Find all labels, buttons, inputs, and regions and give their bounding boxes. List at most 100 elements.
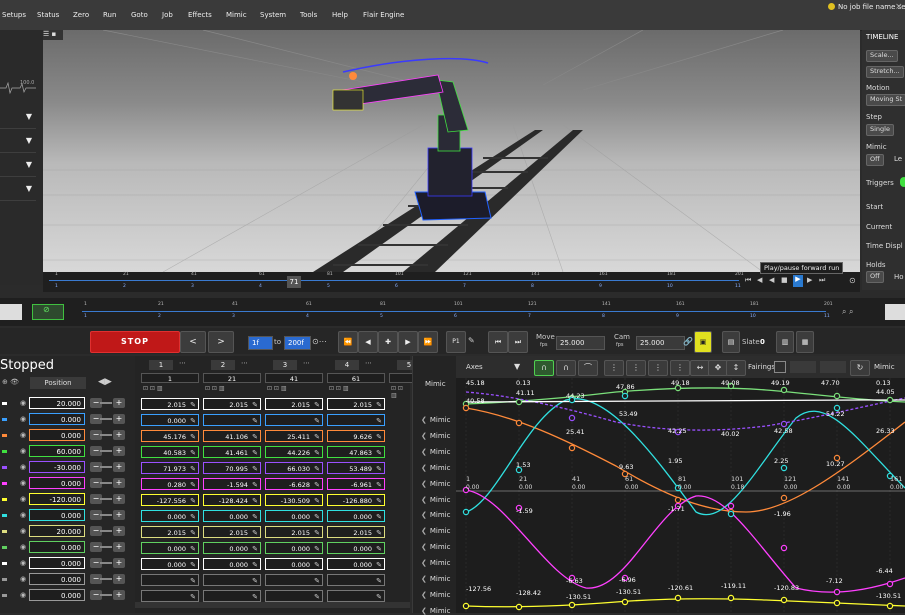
smooth-curve-icon[interactable]: ∩ (534, 360, 554, 376)
keyframe-cell[interactable]: 0.280 ✎ (141, 478, 199, 490)
edit-icon[interactable]: ✎ (376, 495, 382, 507)
keyframe-cell[interactable]: 25.411 ✎ (265, 430, 323, 442)
eye-icon[interactable]: ◉ (20, 463, 26, 471)
keyframe-cell[interactable]: ✎ (265, 414, 323, 426)
menu-help[interactable]: Help (332, 11, 348, 19)
mimic-row[interactable]: ❮ Mimic (421, 575, 450, 583)
keyframe-cell[interactable]: 0.000 ✎ (327, 558, 385, 570)
keyframe-cell[interactable]: -6.628 ✎ (265, 478, 323, 490)
edit-icon[interactable]: ✎ (190, 527, 196, 539)
keyframe-cell[interactable]: -1.594 ✎ (203, 478, 261, 490)
fit-vertical-icon[interactable]: ↕ (726, 360, 746, 376)
fit-all-icon[interactable]: ✥ (708, 360, 728, 376)
pencil-icon[interactable]: ✎ (468, 336, 475, 345)
curve-keyframe-point[interactable] (515, 398, 523, 406)
edit-icon[interactable]: ✎ (190, 495, 196, 507)
increment-button[interactable]: + (113, 462, 125, 472)
keyframe-cell[interactable]: 0.000 ✎ (327, 510, 385, 522)
curve-keyframe-point[interactable] (568, 444, 576, 452)
edit-icon[interactable]: ✎ (314, 511, 320, 523)
step-back-icon[interactable]: ◀ (757, 276, 762, 284)
menu-setups[interactable]: Setups (2, 11, 26, 19)
edit-icon[interactable]: ✎ (190, 511, 196, 523)
align-icon[interactable]: ⋮ (604, 360, 624, 376)
keyframe-frame-field[interactable]: 21 (203, 373, 261, 383)
track-left-field[interactable] (0, 304, 22, 320)
mimic-row[interactable]: ❮ Mimic (421, 559, 450, 567)
jog-slider[interactable] (100, 578, 112, 580)
keyframe-index[interactable]: 4 (335, 360, 359, 370)
increment-button[interactable]: + (113, 590, 125, 600)
keyframe-cell[interactable]: 40.583 ✎ (141, 446, 199, 458)
next-button[interactable]: > (208, 331, 234, 353)
keyframe-cell[interactable]: 66.030 ✎ (265, 462, 323, 474)
save-icon[interactable]: ▥ (776, 331, 794, 353)
step-select[interactable]: Single (866, 124, 894, 136)
chevron-down-icon[interactable]: ▼ (514, 362, 520, 371)
clock-icon[interactable]: ⊙⋯ (312, 337, 327, 346)
more-icon[interactable]: ⋯ (241, 359, 248, 367)
keyframe-cell[interactable]: ✎ (203, 574, 261, 586)
align-icon[interactable]: ⋮ (648, 360, 668, 376)
keyframe-cell[interactable]: 41.461 ✎ (203, 446, 261, 458)
edit-icon[interactable]: ✎ (314, 495, 320, 507)
fast-forward-button[interactable]: ⏩ (418, 331, 438, 353)
keyframe-cell[interactable]: 2.015 ✎ (141, 398, 199, 410)
keyframe-cell[interactable]: ✎ (141, 574, 199, 586)
axis-position-field[interactable]: 0.000 (29, 573, 85, 585)
triggers-toggle[interactable] (900, 177, 905, 187)
menu-flair-engine[interactable]: Flair Engine (363, 11, 404, 19)
keyframe-cell[interactable]: ✎ (327, 574, 385, 586)
edit-icon[interactable]: ✎ (314, 399, 320, 411)
edit-icon[interactable]: ✎ (314, 447, 320, 459)
keyframe-frame-field[interactable]: 1 (141, 373, 199, 383)
curve-keyframe-point[interactable] (462, 602, 470, 610)
axis-position-field[interactable]: 0.000 (29, 541, 85, 553)
keyframe-cell[interactable]: 0.000 ✎ (265, 558, 323, 570)
left-dropdown-3[interactable]: ▼ (0, 154, 36, 177)
keyframe-cell[interactable]: 0.000 ✎ (141, 542, 199, 554)
edit-icon[interactable]: ✎ (252, 447, 258, 459)
menu-mimic[interactable]: Mimic (226, 11, 247, 19)
more-icon[interactable]: ⋯ (179, 359, 186, 367)
step-forward-button[interactable]: ▶ (398, 331, 418, 353)
increment-button[interactable]: + (113, 398, 125, 408)
keyframe-cell[interactable]: 2.015 ✎ (265, 526, 323, 538)
fit-horizontal-icon[interactable]: ↔ (690, 360, 710, 376)
jog-slider[interactable] (100, 530, 112, 532)
fairings-checkbox[interactable] (774, 361, 786, 373)
keyframe-cell[interactable]: ✎ (265, 590, 323, 602)
keyframe-cell[interactable]: 45.176 ✎ (141, 430, 199, 442)
increment-button[interactable]: + (113, 526, 125, 536)
eye-icon[interactable]: ◉ (20, 415, 26, 423)
keyframe-cell[interactable]: 0.000 ✎ (203, 510, 261, 522)
mimic-row[interactable]: ❮ Mimic (421, 607, 450, 615)
jog-slider[interactable] (100, 450, 112, 452)
position-mode-select[interactable]: Position (30, 377, 86, 389)
edit-icon[interactable]: ✎ (190, 559, 196, 571)
curve-keyframe-point[interactable] (780, 464, 788, 472)
curve-keyframe-point[interactable] (780, 544, 788, 552)
curve-keyframe-point[interactable] (515, 603, 523, 611)
mimic-row[interactable]: ❮ Mimic (421, 448, 450, 456)
edit-icon[interactable]: ✎ (252, 559, 258, 571)
jog-slider[interactable] (100, 594, 112, 596)
mimic-row[interactable]: ❮ Mimic (421, 416, 450, 424)
more-icon[interactable]: ⋯ (303, 359, 310, 367)
keyframe-cell[interactable]: 2.015 ✎ (141, 526, 199, 538)
menu-system[interactable]: System (260, 11, 286, 19)
jog-slider[interactable] (100, 466, 112, 468)
jog-slider[interactable] (100, 546, 112, 548)
keyframe-index[interactable]: 1 (149, 360, 173, 370)
grid-scrollbar[interactable] (135, 602, 410, 608)
cam-fps-field[interactable]: 25.000 (636, 336, 685, 350)
mimic-row[interactable]: ❮ Mimic (421, 432, 450, 440)
curve-keyframe-point[interactable] (621, 598, 629, 606)
fairings-field-2[interactable] (820, 361, 846, 373)
eye-icon[interactable]: ◉ (20, 399, 26, 407)
increment-button[interactable]: + (113, 414, 125, 424)
curve-keyframe-point[interactable] (780, 494, 788, 502)
keyframe-cell[interactable]: 70.995 ✎ (203, 462, 261, 474)
keyframe-cell[interactable]: 0.000 ✎ (141, 510, 199, 522)
increment-button[interactable]: + (113, 574, 125, 584)
